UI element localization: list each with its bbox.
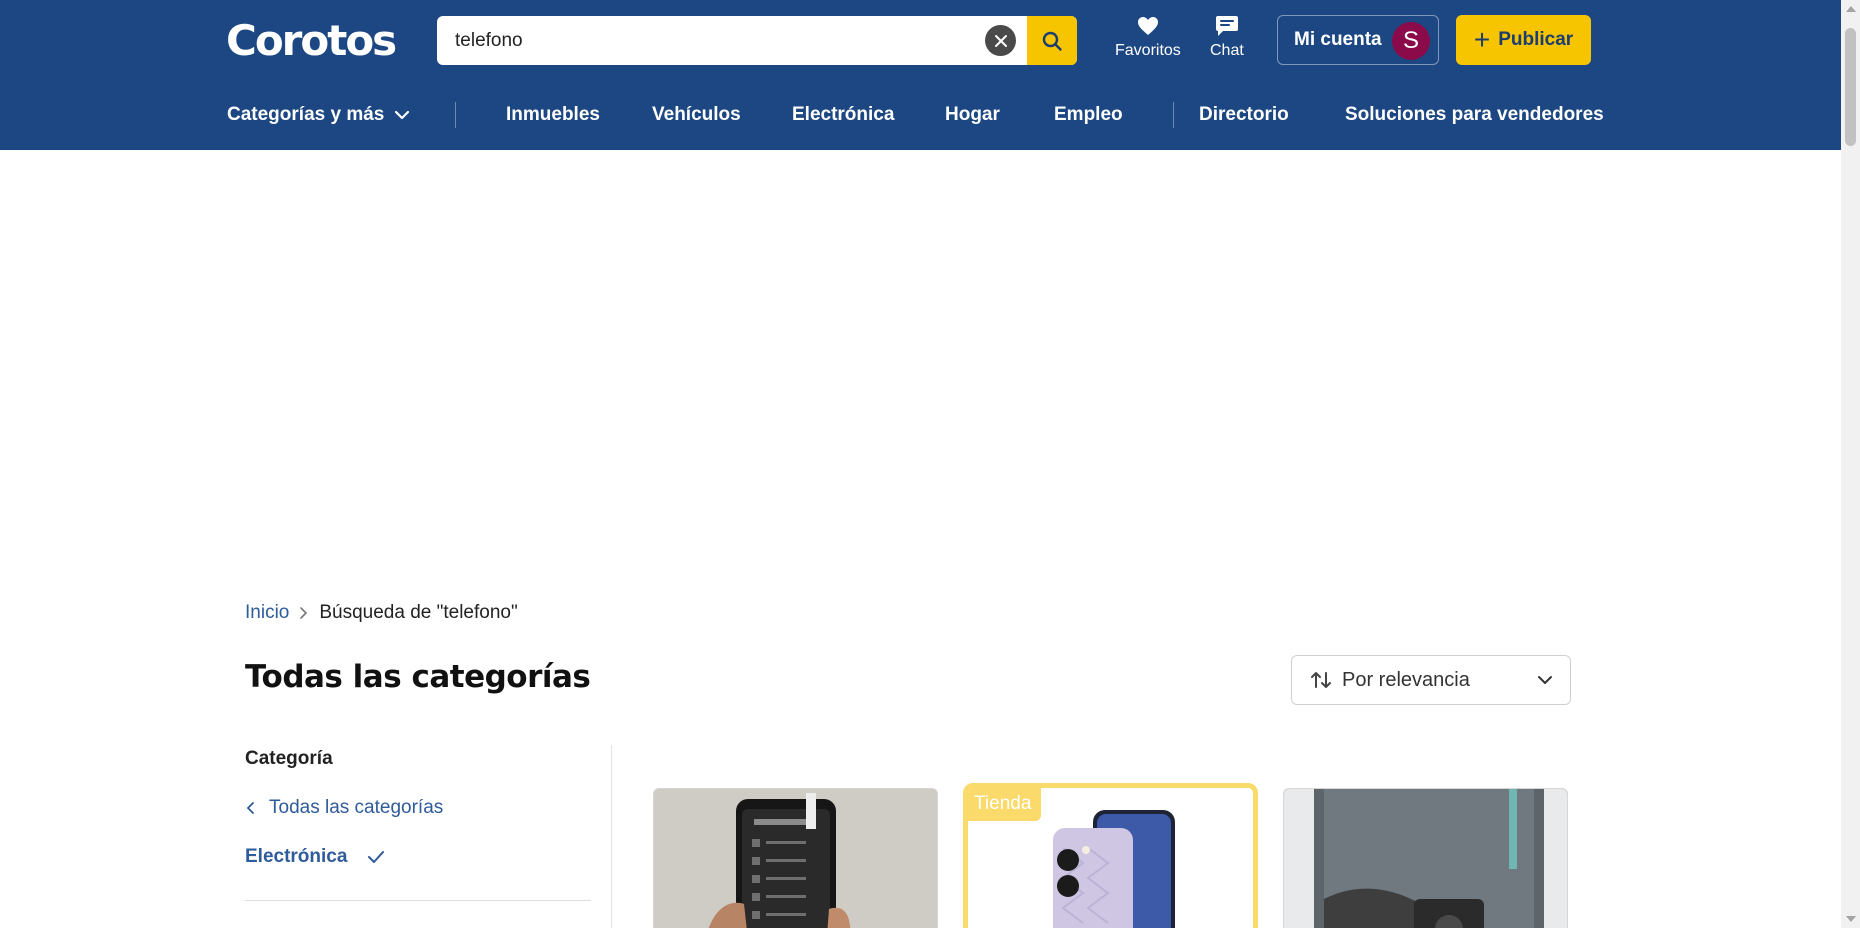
breadcrumb-current: Búsqueda de "telefono"	[319, 602, 518, 623]
breadcrumb: Inicio Búsqueda de "telefono"	[245, 602, 518, 624]
favorites-button[interactable]: Favoritos	[1115, 14, 1181, 60]
search-bar	[437, 16, 1077, 65]
chevron-down-icon	[1538, 676, 1552, 684]
logo[interactable]: Corotos	[226, 16, 397, 65]
search-input[interactable]	[455, 16, 975, 65]
page-title: Todas las categorías	[245, 659, 591, 695]
search-button[interactable]	[1027, 16, 1077, 65]
chevron-down-icon	[395, 110, 410, 120]
nav-item-vehiculos[interactable]: Vehículos	[652, 104, 741, 126]
breadcrumb-home[interactable]: Inicio	[245, 602, 289, 624]
chevron-right-icon	[300, 607, 308, 619]
sort-icon	[1311, 672, 1331, 688]
close-icon	[994, 34, 1007, 47]
category-electronica[interactable]: Electrónica	[245, 846, 385, 868]
favorites-label: Favoritos	[1115, 42, 1181, 59]
avatar: S	[1392, 22, 1430, 60]
content-divider	[611, 745, 612, 928]
nav-item-soluciones[interactable]: Soluciones para vendedores	[1345, 104, 1604, 126]
nav-item-directorio[interactable]: Directorio	[1199, 104, 1289, 126]
page-scrollbar[interactable]	[1841, 0, 1860, 928]
heart-icon	[1137, 14, 1159, 38]
nav-divider	[455, 102, 456, 128]
account-label: Mi cuenta	[1294, 29, 1382, 50]
scrollbar-thumb[interactable]	[1845, 28, 1856, 146]
category-electronica-label: Electrónica	[245, 846, 348, 867]
nav-item-inmuebles[interactable]: Inmuebles	[506, 104, 600, 126]
nav-divider	[1173, 102, 1174, 128]
scroll-down-arrow[interactable]	[1846, 916, 1856, 922]
scroll-up-arrow[interactable]	[1846, 6, 1856, 12]
categories-menu-button[interactable]: Categorías y más	[227, 104, 410, 126]
listing-card[interactable]	[1283, 788, 1568, 928]
chat-button[interactable]: Chat	[1210, 14, 1244, 60]
publish-button[interactable]: + Publicar	[1456, 15, 1591, 65]
check-icon	[368, 851, 385, 863]
listing-image	[1284, 789, 1567, 928]
nav-item-empleo[interactable]: Empleo	[1054, 104, 1123, 126]
all-categories-link[interactable]: Todas las categorías	[245, 797, 443, 819]
listing-image	[654, 789, 937, 928]
listing-card[interactable]	[653, 788, 938, 928]
category-nav: Categorías y más Inmuebles Vehículos Ele…	[0, 96, 1841, 136]
account-button[interactable]: Mi cuenta S	[1277, 15, 1439, 65]
categories-menu-label: Categorías y más	[227, 104, 385, 125]
all-categories-label: Todas las categorías	[269, 797, 444, 818]
nav-item-electronica[interactable]: Electrónica	[792, 104, 894, 126]
chat-label: Chat	[1210, 42, 1244, 59]
search-icon	[1042, 31, 1062, 51]
nav-item-hogar[interactable]: Hogar	[945, 104, 1000, 126]
publish-label: Publicar	[1498, 29, 1574, 50]
sidebar-divider	[245, 900, 591, 901]
clear-search-button[interactable]	[985, 25, 1016, 56]
top-header: Corotos Favoritos Chat Mi cuenta S + Pub…	[0, 0, 1841, 150]
store-badge: Tienda	[968, 788, 1042, 821]
sort-selected-label: Por relevancia	[1342, 668, 1470, 691]
listing-card[interactable]: Tienda	[963, 783, 1258, 928]
plus-icon: +	[1473, 24, 1491, 55]
sidebar-heading: Categoría	[245, 748, 333, 769]
chat-icon	[1215, 14, 1239, 38]
chevron-left-icon	[246, 802, 254, 814]
sort-select[interactable]: Por relevancia	[1291, 655, 1571, 705]
